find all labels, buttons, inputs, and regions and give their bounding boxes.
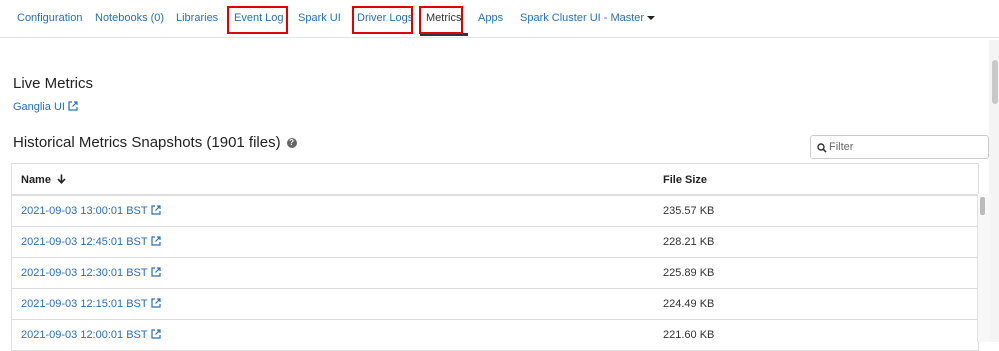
sort-arrow-down-icon: [57, 174, 66, 184]
file-size: 228.21 KB: [663, 236, 715, 248]
metrics-snapshots-table: Name File Size 2021-09-03 13:00:01 BST 2…: [11, 163, 979, 351]
snapshot-name: 2021-09-03 12:45:01 BST: [21, 236, 148, 248]
live-metrics-heading: Live Metrics: [13, 75, 94, 92]
file-size: 225.89 KB: [663, 267, 715, 279]
snapshot-link[interactable]: 2021-09-03 12:15:01 BST: [21, 298, 161, 310]
file-size: 221.60 KB: [663, 329, 715, 341]
search-icon: [817, 143, 827, 153]
historical-metrics-heading: Historical Metrics Snapshots (1901 files…: [13, 134, 297, 151]
highlight-box-driver-logs: [352, 6, 413, 34]
historical-metrics-title: Historical Metrics Snapshots (1901 files…: [13, 134, 281, 151]
tab-notebooks[interactable]: Notebooks (0): [95, 12, 164, 24]
external-link-icon: [150, 298, 161, 308]
tab-spark-cluster-label: Spark Cluster UI - Master: [520, 12, 645, 24]
table-scrollbar[interactable]: [977, 194, 990, 342]
tab-spark-cluster-ui-master[interactable]: Spark Cluster UI - Master: [520, 12, 656, 24]
page-scrollbar-thumb[interactable]: [992, 60, 998, 104]
table-header: Name File Size: [12, 164, 978, 196]
snapshot-name: 2021-09-03 12:00:01 BST: [21, 329, 148, 341]
column-header-name-label: Name: [21, 174, 51, 186]
snapshot-link[interactable]: 2021-09-03 12:00:01 BST: [21, 329, 161, 341]
snapshot-name: 2021-09-03 13:00:01 BST: [21, 205, 148, 217]
highlight-box-metrics: [419, 6, 463, 34]
external-link-icon: [150, 205, 161, 215]
snapshot-link[interactable]: 2021-09-03 12:30:01 BST: [21, 267, 161, 279]
external-link-icon: [150, 267, 161, 277]
ganglia-ui-label: Ganglia UI: [13, 101, 65, 113]
tab-libraries[interactable]: Libraries: [176, 12, 218, 24]
column-header-file-size[interactable]: File Size: [663, 174, 707, 186]
table-row: 2021-09-03 12:15:01 BST 224.49 KB: [12, 289, 978, 320]
filter-box: [810, 135, 989, 159]
external-link-icon: [150, 236, 161, 246]
snapshot-name: 2021-09-03 12:30:01 BST: [21, 267, 148, 279]
snapshot-name: 2021-09-03 12:15:01 BST: [21, 298, 148, 310]
ganglia-ui-link[interactable]: Ganglia UI: [13, 101, 78, 113]
tab-apps[interactable]: Apps: [478, 12, 503, 24]
file-size: 235.57 KB: [663, 205, 715, 217]
column-header-name[interactable]: Name: [21, 174, 66, 186]
caret-down-icon: [647, 16, 656, 21]
tab-spark-ui[interactable]: Spark UI: [298, 12, 341, 24]
snapshot-link[interactable]: 2021-09-03 13:00:01 BST: [21, 205, 161, 217]
highlight-box-event-log: [227, 6, 288, 34]
help-icon[interactable]: ?: [286, 138, 297, 148]
top-nav: Configuration Notebooks (0) Libraries Ev…: [0, 0, 999, 38]
table-row: 2021-09-03 13:00:01 BST 235.57 KB: [12, 196, 978, 227]
filter-input[interactable]: [829, 139, 979, 155]
table-scrollbar-thumb[interactable]: [980, 197, 985, 215]
external-link-icon: [150, 329, 161, 339]
table-row: 2021-09-03 12:00:01 BST 221.60 KB: [12, 320, 978, 351]
table-row: 2021-09-03 12:45:01 BST 228.21 KB: [12, 227, 978, 258]
table-row: 2021-09-03 12:30:01 BST 225.89 KB: [12, 258, 978, 289]
snapshot-link[interactable]: 2021-09-03 12:45:01 BST: [21, 236, 161, 248]
external-link-icon: [68, 101, 78, 111]
file-size: 224.49 KB: [663, 298, 715, 310]
tab-configuration[interactable]: Configuration: [17, 12, 82, 24]
